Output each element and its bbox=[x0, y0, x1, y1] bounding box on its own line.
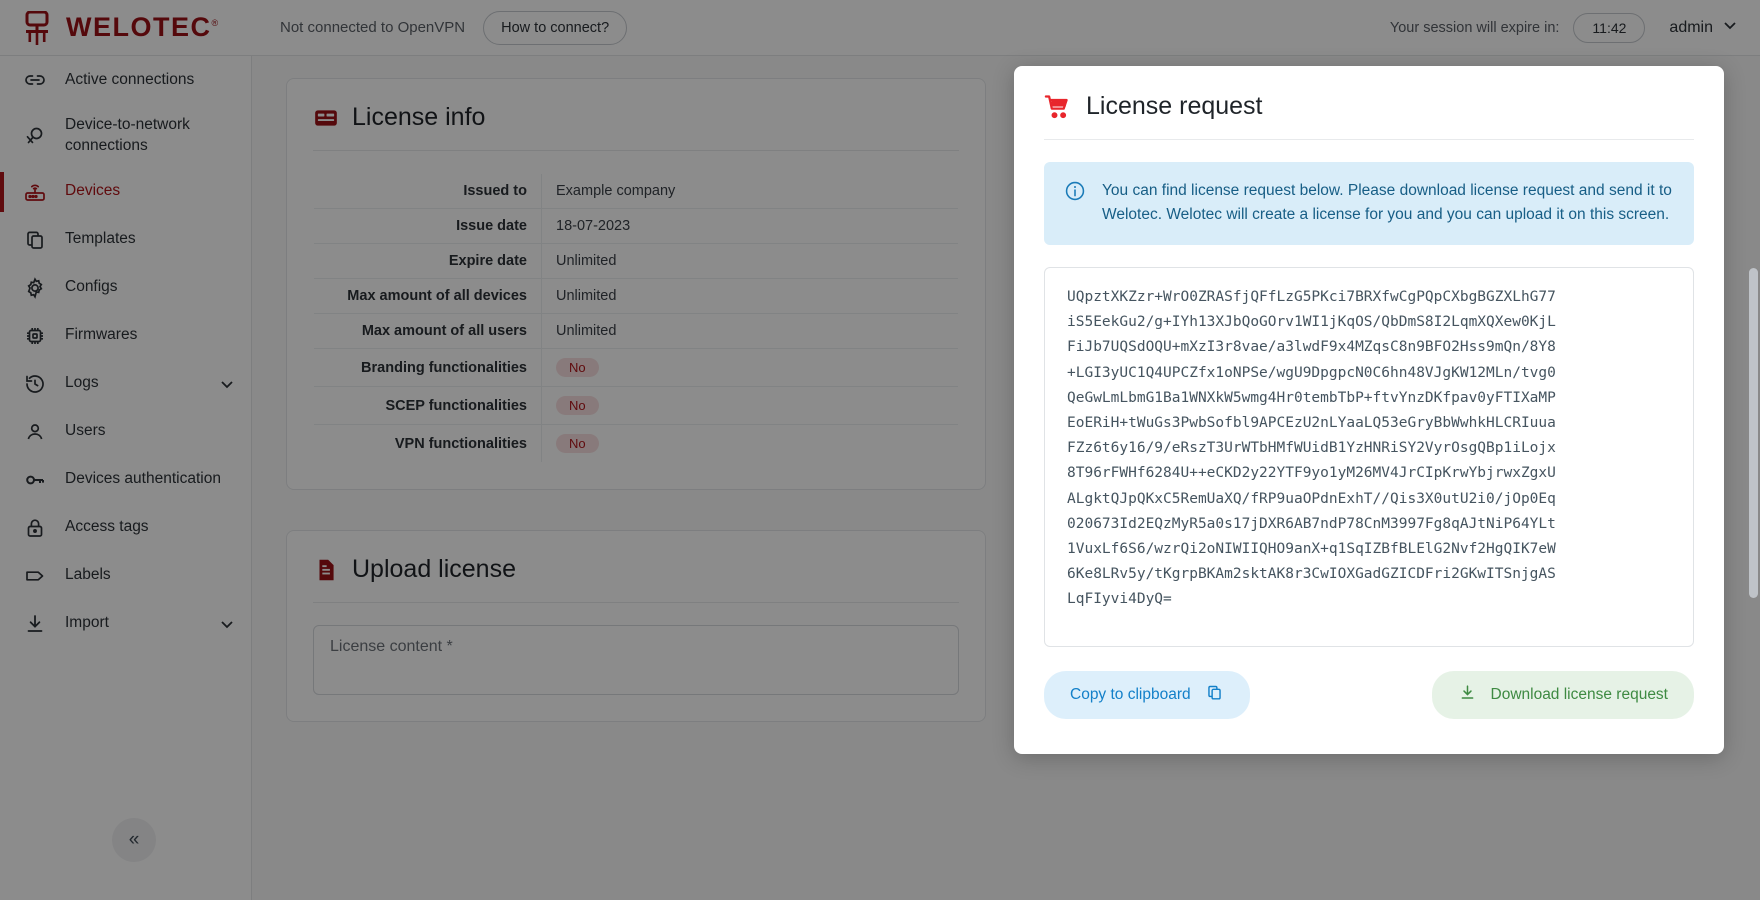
info-icon bbox=[1064, 180, 1086, 202]
copy-to-clipboard-button[interactable]: Copy to clipboard bbox=[1044, 671, 1250, 719]
modal-title-text: License request bbox=[1086, 92, 1263, 121]
license-request-modal: License request You can find license req… bbox=[1014, 66, 1724, 754]
copy-icon bbox=[1205, 683, 1224, 707]
download-license-request-button[interactable]: Download license request bbox=[1432, 671, 1695, 719]
shopping-cart-icon bbox=[1044, 93, 1072, 121]
modal-actions: Copy to clipboard Download license reque… bbox=[1044, 671, 1694, 719]
page-scrollbar-thumb[interactable] bbox=[1749, 268, 1758, 598]
download-icon bbox=[1458, 683, 1477, 707]
info-alert-text: You can find license request below. Plea… bbox=[1102, 179, 1674, 227]
info-alert: You can find license request below. Plea… bbox=[1044, 162, 1694, 245]
copy-button-label: Copy to clipboard bbox=[1070, 686, 1191, 704]
modal-title: License request bbox=[1044, 92, 1694, 140]
license-request-text: UQpztXKZzr+WrO0ZRASfjQFfLzG5PKci7BRXfwCg… bbox=[1067, 285, 1671, 613]
license-request-textbox[interactable]: UQpztXKZzr+WrO0ZRASfjQFfLzG5PKci7BRXfwCg… bbox=[1044, 267, 1694, 647]
download-button-label: Download license request bbox=[1491, 686, 1669, 704]
